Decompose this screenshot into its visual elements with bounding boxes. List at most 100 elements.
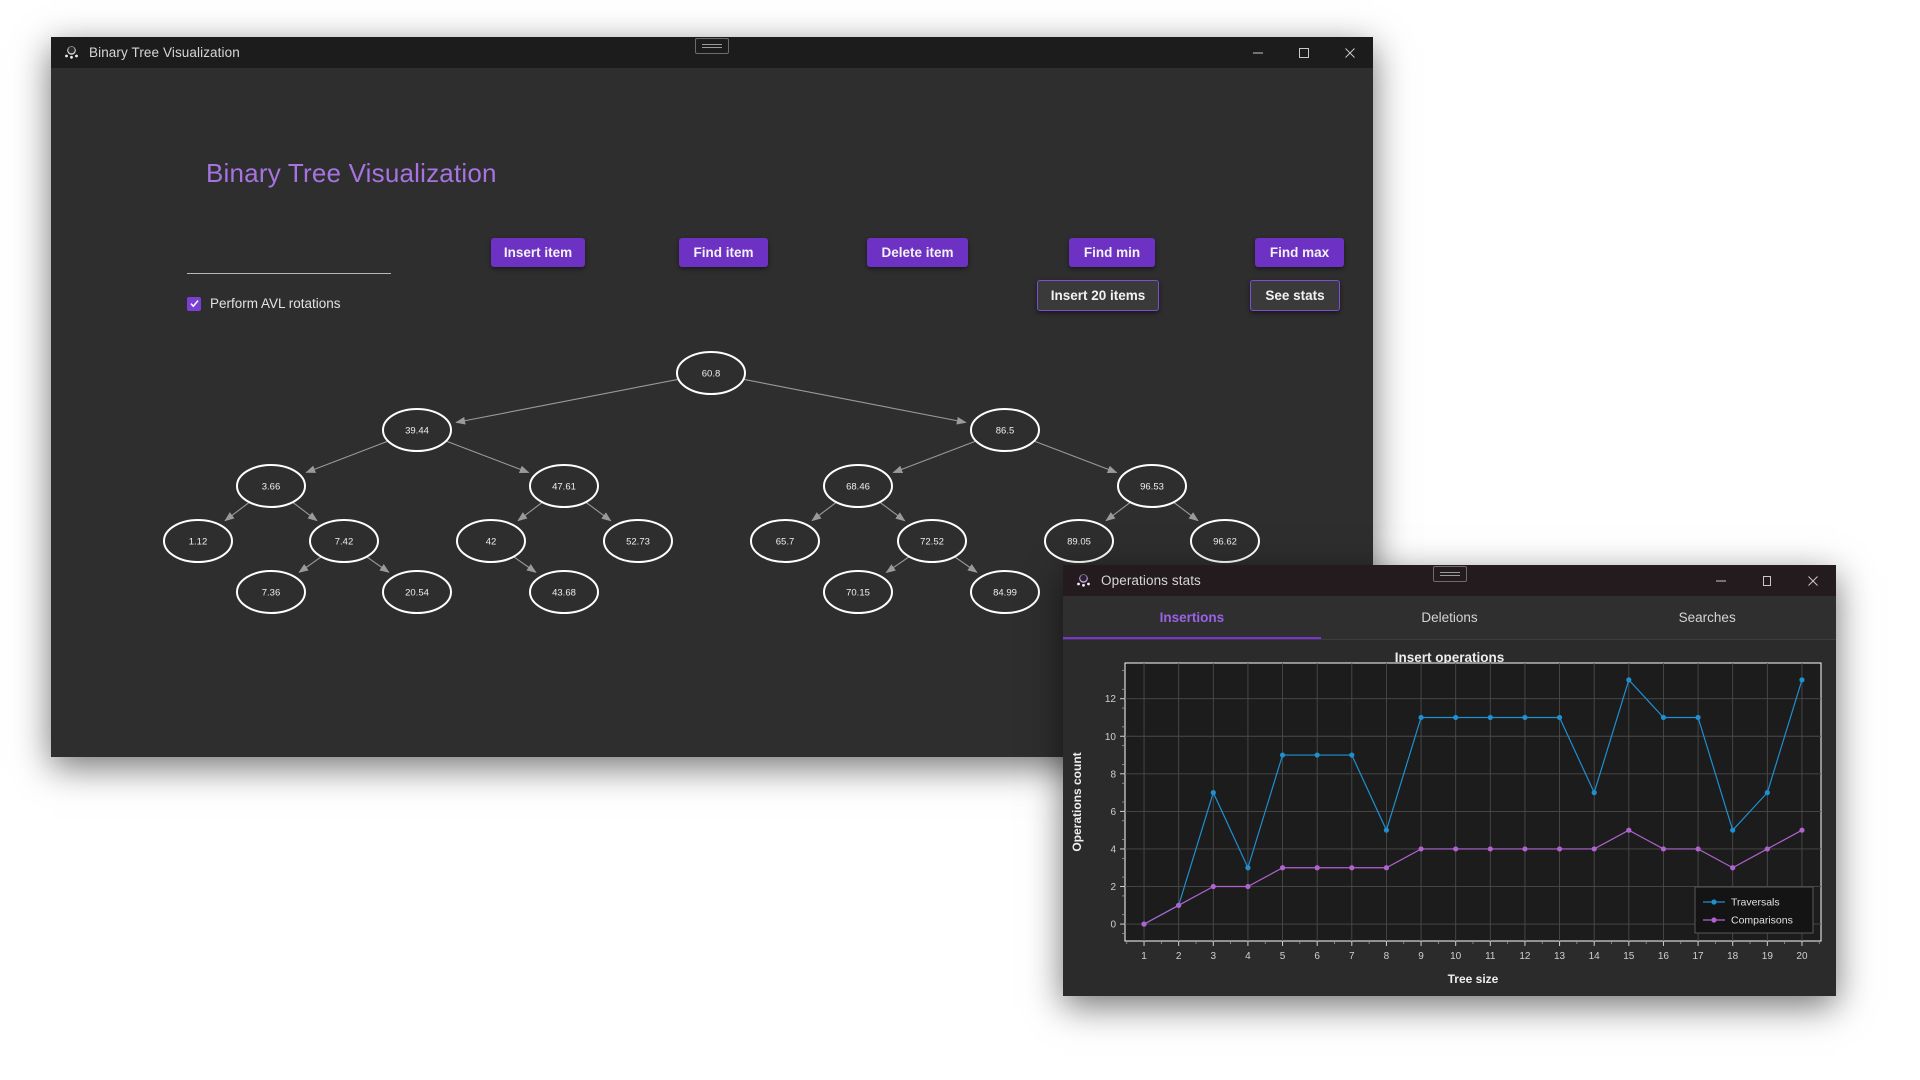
tree-node[interactable]: 89.05	[1045, 520, 1113, 562]
tree-edge	[518, 502, 542, 520]
tree-node[interactable]: 43.68	[530, 571, 598, 613]
data-point	[1384, 865, 1389, 870]
main-window-controls	[1235, 37, 1373, 68]
legend-label: Traversals	[1731, 897, 1780, 909]
tree-edge	[743, 379, 965, 422]
tree-node[interactable]: 1.12	[164, 520, 232, 562]
insert-20-items-button[interactable]: Insert 20 items	[1037, 280, 1159, 311]
data-point	[1661, 846, 1666, 851]
data-point	[1522, 715, 1527, 720]
tab-deletions[interactable]: Deletions	[1321, 596, 1579, 639]
x-tick-label: 12	[1519, 951, 1531, 962]
window-snap-handle[interactable]	[695, 38, 729, 54]
stats-minimize-button[interactable]	[1698, 565, 1744, 596]
tree-node[interactable]: 52.73	[604, 520, 672, 562]
data-point	[1211, 790, 1216, 795]
tree-node-label: 3.66	[262, 481, 281, 492]
tree-node-label: 7.42	[335, 536, 354, 547]
tree-node[interactable]: 96.53	[1118, 465, 1186, 507]
x-tick-label: 9	[1418, 951, 1424, 962]
tree-node[interactable]: 60.8	[677, 352, 745, 394]
avl-rotations-label: Perform AVL rotations	[210, 296, 341, 311]
tree-node-label: 65.7	[776, 536, 795, 547]
data-point	[1626, 677, 1631, 682]
stats-window-snap-handle[interactable]	[1433, 566, 1467, 582]
avl-rotations-checkbox-row[interactable]: Perform AVL rotations	[187, 296, 341, 311]
find-item-button[interactable]: Find item	[679, 238, 768, 267]
maximize-button[interactable]	[1281, 37, 1327, 68]
tab-label: Insertions	[1160, 610, 1225, 625]
stats-close-button[interactable]	[1790, 565, 1836, 596]
tree-node[interactable]: 39.44	[383, 409, 451, 451]
tree-node[interactable]: 42	[457, 520, 525, 562]
tab-searches[interactable]: Searches	[1578, 596, 1836, 639]
value-input[interactable]	[187, 243, 391, 274]
stats-window-controls	[1698, 565, 1836, 596]
x-tick-label: 11	[1485, 951, 1496, 962]
stats-tabs: Insertions Deletions Searches	[1063, 596, 1836, 640]
data-point	[1488, 715, 1493, 720]
y-tick-label: 4	[1110, 844, 1116, 855]
legend-marker	[1711, 917, 1716, 922]
tree-node-label: 70.15	[846, 587, 870, 598]
x-tick-label: 13	[1554, 951, 1566, 962]
tree-node[interactable]: 3.66	[237, 465, 305, 507]
insert-item-button[interactable]: Insert item	[491, 238, 585, 267]
data-point	[1557, 846, 1562, 851]
tree-edge	[1106, 502, 1130, 520]
data-point	[1592, 790, 1597, 795]
minimize-button[interactable]	[1235, 37, 1281, 68]
data-point	[1765, 790, 1770, 795]
stats-titlebar[interactable]: Operations stats	[1063, 565, 1836, 596]
tree-node-label: 68.46	[846, 481, 870, 492]
close-button[interactable]	[1327, 37, 1373, 68]
tree-edge	[299, 557, 321, 573]
tree-edge	[812, 502, 836, 520]
data-point	[1211, 884, 1216, 889]
delete-item-button[interactable]: Delete item	[867, 238, 968, 267]
tree-node-label: 86.5	[996, 425, 1015, 436]
x-tick-label: 18	[1727, 951, 1739, 962]
app-icon	[63, 44, 80, 61]
tab-insertions[interactable]: Insertions	[1063, 596, 1321, 639]
x-tick-label: 10	[1450, 951, 1462, 962]
x-tick-label: 1	[1141, 951, 1147, 962]
x-tick-label: 17	[1693, 951, 1705, 962]
tree-node-label: 7.36	[262, 587, 281, 598]
tree-node[interactable]: 72.52	[898, 520, 966, 562]
data-point	[1488, 846, 1493, 851]
main-titlebar[interactable]: Binary Tree Visualization	[51, 37, 1373, 68]
stats-app-icon	[1075, 572, 1092, 589]
stats-window-title: Operations stats	[1101, 573, 1201, 588]
data-point	[1349, 752, 1354, 757]
tree-node[interactable]: 7.36	[237, 571, 305, 613]
find-max-button[interactable]: Find max	[1255, 238, 1344, 267]
tree-node[interactable]: 84.99	[971, 571, 1039, 613]
find-min-button[interactable]: Find min	[1069, 238, 1155, 267]
tree-node[interactable]: 68.46	[824, 465, 892, 507]
tree-node[interactable]: 65.7	[751, 520, 819, 562]
tab-label: Deletions	[1421, 610, 1477, 625]
tab-label: Searches	[1679, 610, 1736, 625]
data-point	[1245, 865, 1250, 870]
tree-node[interactable]: 47.61	[530, 465, 598, 507]
tree-node[interactable]: 20.54	[383, 571, 451, 613]
tree-node[interactable]: 70.15	[824, 571, 892, 613]
checkbox-checked-icon[interactable]	[187, 297, 201, 311]
stats-maximize-button[interactable]	[1744, 565, 1790, 596]
tree-edge	[1034, 441, 1117, 472]
data-point	[1730, 865, 1735, 870]
tree-node-label: 1.12	[189, 536, 208, 547]
data-point	[1453, 846, 1458, 851]
see-stats-button[interactable]: See stats	[1250, 280, 1340, 311]
data-point	[1453, 715, 1458, 720]
data-point	[1695, 715, 1700, 720]
tree-node[interactable]: 86.5	[971, 409, 1039, 451]
x-tick-label: 19	[1762, 951, 1774, 962]
data-point	[1799, 828, 1804, 833]
tree-node[interactable]: 7.42	[310, 520, 378, 562]
data-point	[1384, 828, 1389, 833]
legend-label: Comparisons	[1731, 915, 1793, 927]
data-point	[1557, 715, 1562, 720]
tree-node[interactable]: 96.62	[1191, 520, 1259, 562]
